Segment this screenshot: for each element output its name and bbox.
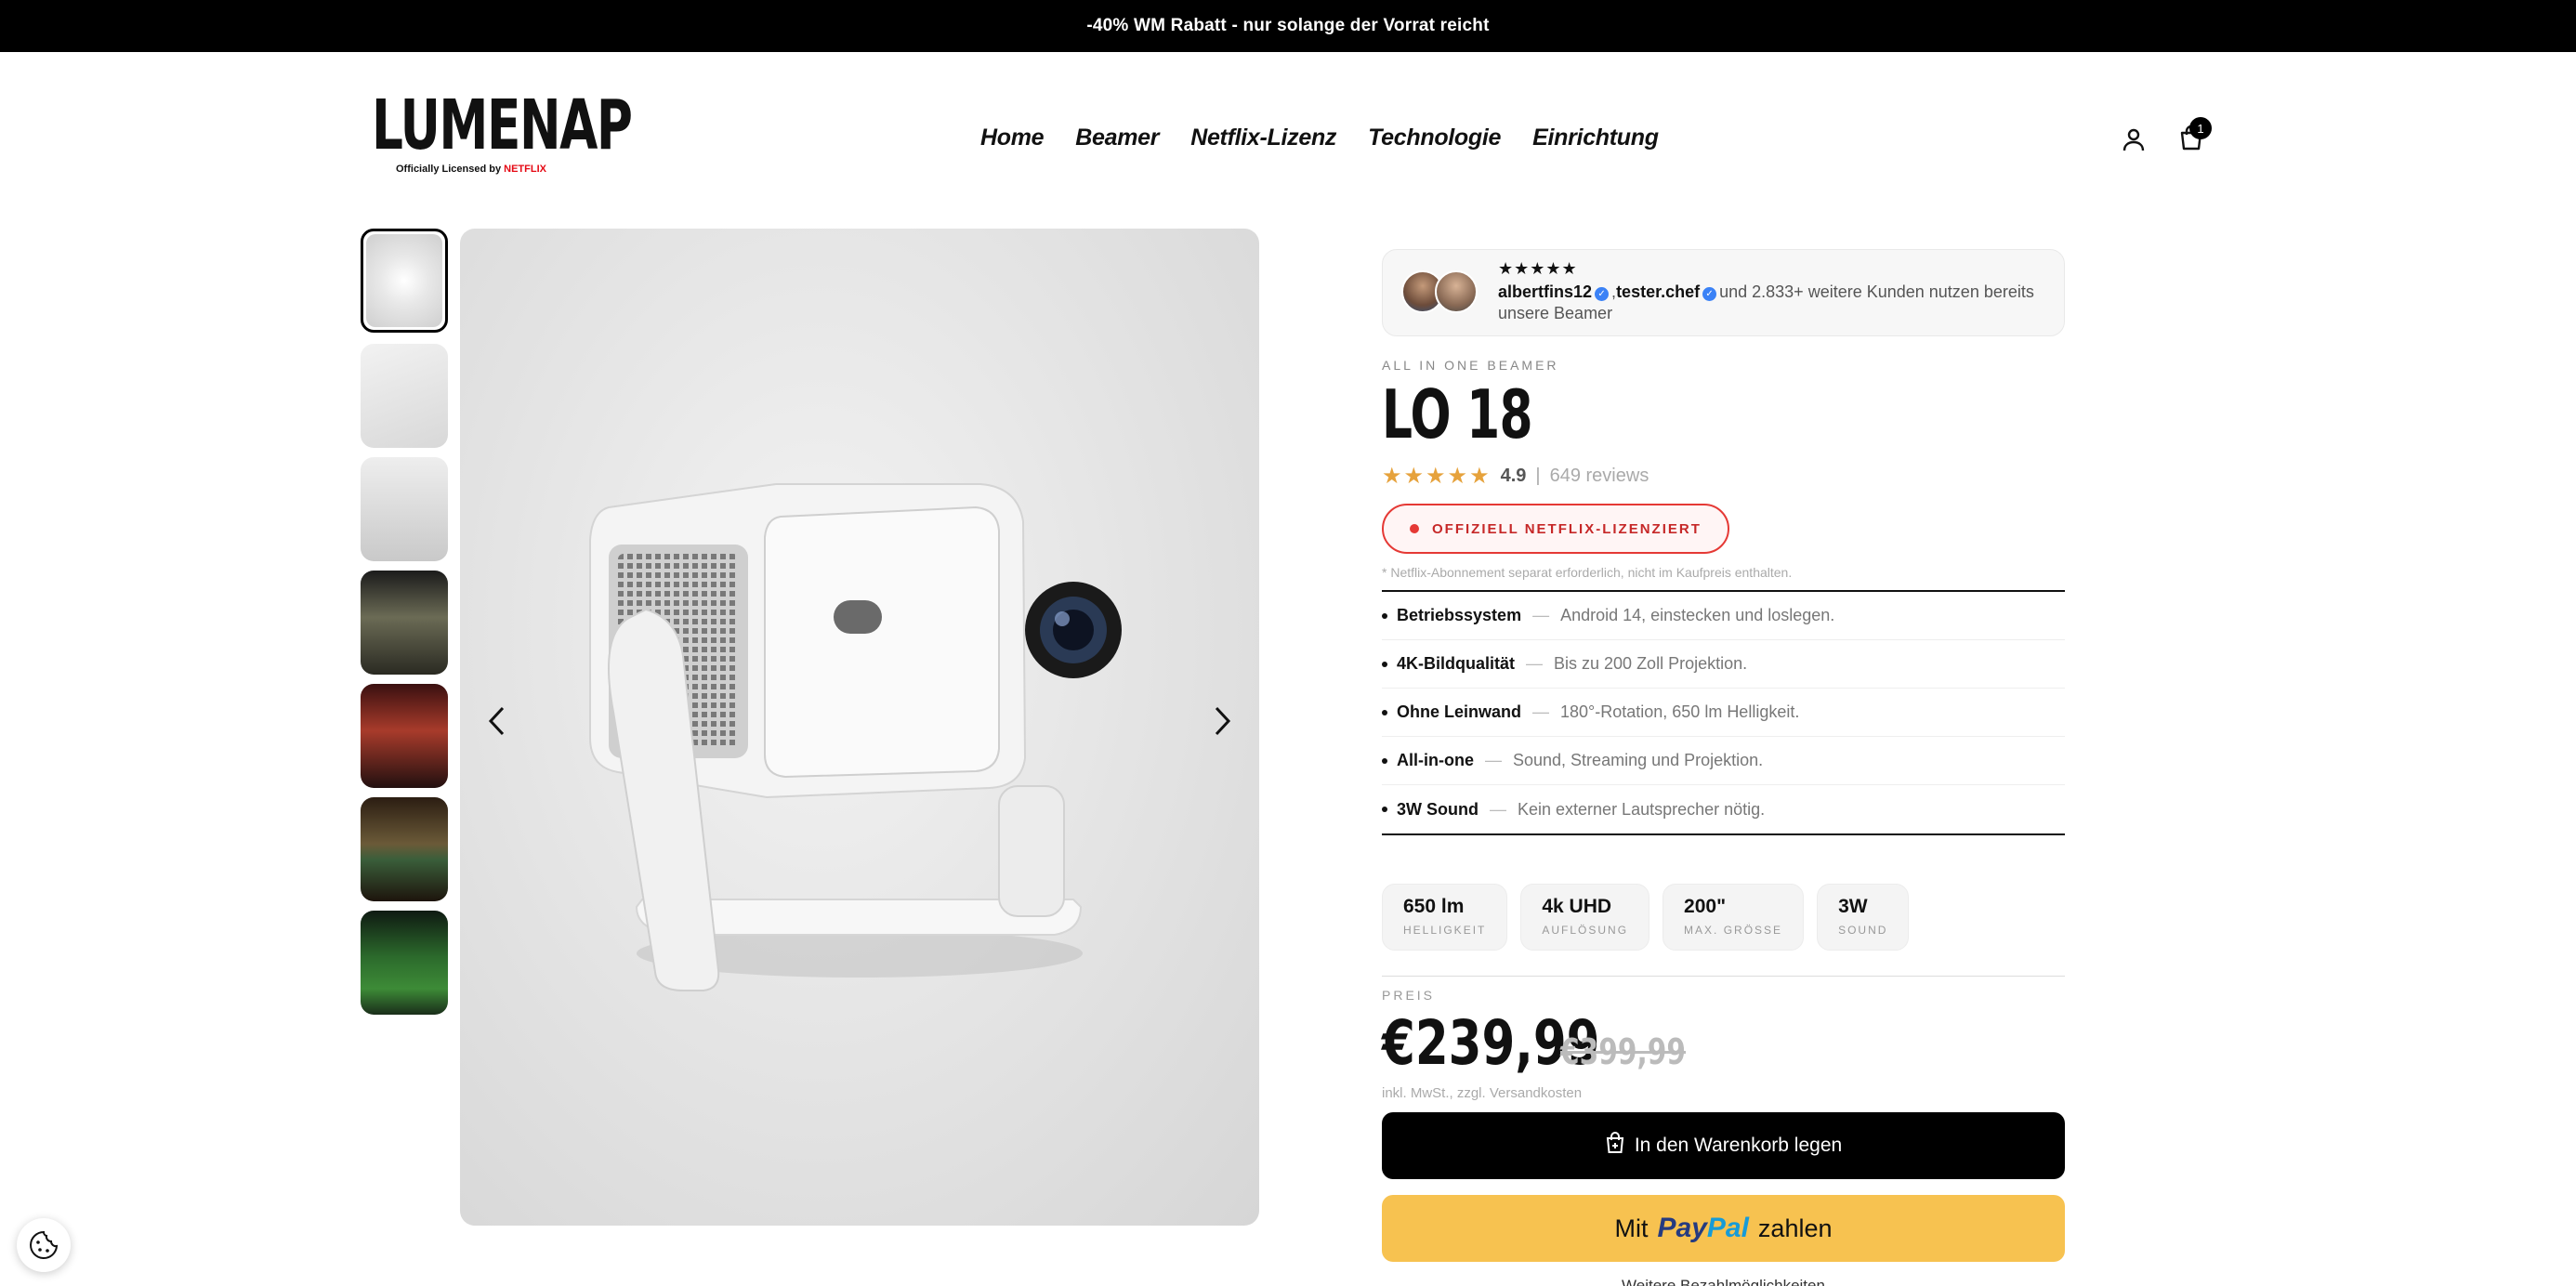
price-label: PREIS bbox=[1382, 988, 1436, 1003]
reviews-link[interactable]: 649 reviews bbox=[1550, 466, 1649, 487]
social-stars: ★★★★★ bbox=[1498, 259, 1578, 278]
bullet bbox=[1382, 612, 1387, 619]
cart-count-badge: 1 bbox=[2189, 117, 2212, 139]
badge-dot bbox=[1410, 524, 1419, 533]
spec-chip: 4k UHD AUFLÖSUNG bbox=[1520, 884, 1650, 951]
thumbnail-6[interactable] bbox=[361, 797, 448, 901]
thumbnail-3[interactable] bbox=[361, 457, 448, 561]
projector-illustration bbox=[589, 483, 1122, 991]
announcement-bar: -40% WM Rabatt - nur solange der Vorrat … bbox=[0, 0, 2576, 52]
announcement-text: -40% WM Rabatt - nur solange der Vorrat … bbox=[1086, 16, 1490, 35]
add-to-cart-button[interactable]: In den Warenkorb legen bbox=[1382, 1112, 2065, 1179]
netflix-license-badge: OFFIZIELL NETFLIX-LIZENZIERT bbox=[1382, 504, 1729, 554]
product-rating[interactable]: ★★★★★ 4.9 | 649 reviews bbox=[1382, 463, 1649, 490]
site-header: LUMENAP Officially Licensed by NETFLIX H… bbox=[0, 52, 2576, 229]
chevron-left-icon[interactable] bbox=[479, 702, 516, 740]
nav-home[interactable]: Home bbox=[980, 125, 1045, 151]
feature-item: 3W Sound — Kein externer Lautsprecher nöti… bbox=[1382, 785, 2065, 833]
bullet bbox=[1382, 709, 1387, 715]
tax-note: inkl. MwSt., zzgl. Versandkosten bbox=[1382, 1085, 1583, 1101]
product-title: LO 18 bbox=[1382, 375, 1533, 453]
divider bbox=[1382, 976, 2065, 977]
netflix-note: * Netflix-Abonnement separat erforderlic… bbox=[1382, 565, 1793, 580]
bullet bbox=[1382, 661, 1387, 667]
netflix-mark: NETFLIX bbox=[504, 164, 546, 175]
paypal-logo: PayPal bbox=[1657, 1213, 1749, 1243]
add-to-cart-label: In den Warenkorb legen bbox=[1634, 1135, 1843, 1156]
account-icon[interactable] bbox=[2119, 125, 2149, 154]
feature-list: Betriebssystem — Android 14, einstecken un… bbox=[1382, 590, 2065, 835]
verified-icon: ✓ bbox=[1702, 287, 1717, 301]
old-price: €399,99 bbox=[1560, 1031, 1687, 1072]
logo[interactable]: LUMENAP Officially Licensed by NETFLIX bbox=[372, 85, 633, 175]
user-name: albertfins12 bbox=[1498, 282, 1593, 301]
rating-value: 4.9 bbox=[1500, 466, 1527, 486]
chevron-right-icon[interactable] bbox=[1203, 702, 1241, 740]
thumbnail-4[interactable] bbox=[361, 571, 448, 675]
rating-separator: | bbox=[1535, 466, 1541, 486]
thumbnail-7[interactable] bbox=[361, 911, 448, 1015]
feature-item: Ohne Leinwand —180°-Rotation, 650 lm Hell… bbox=[1382, 689, 2065, 737]
product-category: ALL IN ONE BEAMER bbox=[1382, 358, 1559, 373]
logo-tagline: Officially Licensed by NETFLIX bbox=[396, 164, 546, 175]
nav-beamer[interactable]: Beamer bbox=[1075, 125, 1159, 151]
social-proof-text: albertfins12 ✓ ,tester.chef ✓ und 2.833+ wei… bbox=[1498, 282, 2034, 322]
thumbnail-5[interactable] bbox=[361, 684, 448, 788]
user-name: tester.chef bbox=[1616, 282, 1701, 301]
main-product-image bbox=[460, 229, 1259, 1226]
paypal-button[interactable]: Mit PayPal zahlen bbox=[1382, 1195, 2065, 1262]
spec-chip: 3W SOUND bbox=[1817, 884, 1910, 951]
main-nav: Home Beamer Netflix-Lizenz Technologie E… bbox=[980, 125, 1659, 151]
nav-netflix-lizenz[interactable]: Netflix-Lizenz bbox=[1190, 125, 1336, 151]
nav-einrichtung[interactable]: Einrichtung bbox=[1532, 125, 1659, 151]
spec-chip: 200" MAX. GRÖSSE bbox=[1663, 884, 1805, 951]
bullet bbox=[1382, 757, 1387, 764]
spec-chip: 650 lm HELLIGKEIT bbox=[1382, 884, 1508, 951]
feature-item: All-in-one — Sound, Streaming und Projekti… bbox=[1382, 737, 2065, 785]
spec-chips: 650 lm HELLIGKEIT 4k UHD AUFLÖSUNG 200" MAX… bbox=[1382, 884, 1910, 951]
verified-icon: ✓ bbox=[1595, 287, 1610, 301]
avatar bbox=[1435, 270, 1478, 313]
more-payment-options-link[interactable]: Weitere Bezahlmöglichkeiten bbox=[1382, 1277, 2065, 1286]
feature-item: Betriebssystem — Android 14, einstecken un… bbox=[1382, 592, 2065, 640]
bag-icon bbox=[1605, 1132, 1625, 1160]
cookie-icon[interactable] bbox=[17, 1218, 71, 1272]
social-proof-box: ★★★★★ albertfins12 ✓ ,tester.chef ✓ und 2.83… bbox=[1382, 249, 2065, 336]
rating-stars: ★★★★★ bbox=[1382, 464, 1492, 489]
feature-item: 4K-Bildqualität — Bis zu 200 Zoll Projekti… bbox=[1382, 640, 2065, 689]
thumbnail-2[interactable] bbox=[361, 344, 448, 448]
thumbnail-1[interactable] bbox=[361, 229, 448, 333]
nav-technologie[interactable]: Technologie bbox=[1368, 125, 1501, 151]
bullet bbox=[1382, 807, 1387, 812]
logo-wordmark: LUMENAP bbox=[372, 85, 633, 165]
